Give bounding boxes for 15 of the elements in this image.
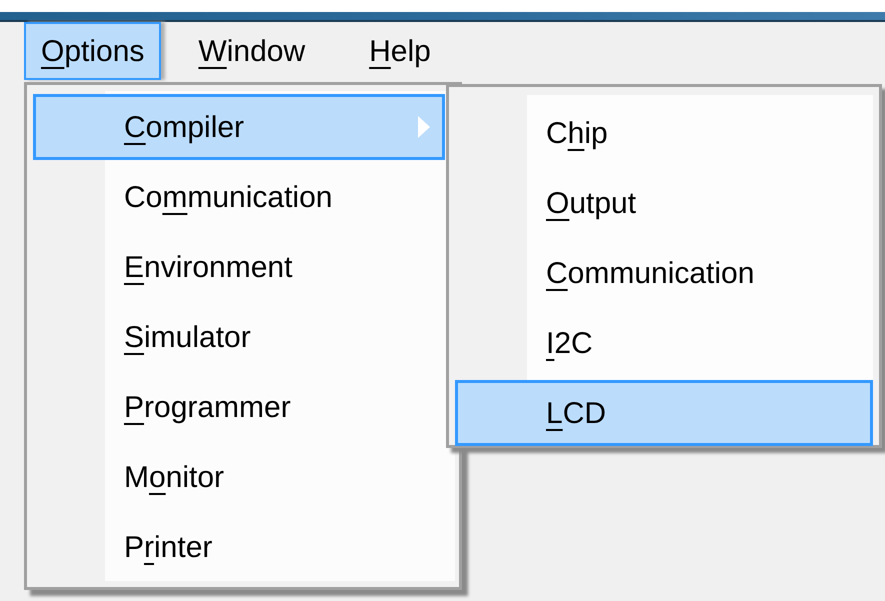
menu-bar-item[interactable]: Window [181,22,322,80]
menu-item[interactable]: Chip [455,100,873,166]
menu-item[interactable]: I2C [455,310,873,376]
menu-item[interactable]: LCD [455,380,873,446]
menu-item[interactable]: Compiler [33,94,445,160]
menu-item[interactable]: Programmer [33,374,445,440]
menu-item[interactable]: Printer [33,514,445,580]
menu-item[interactable]: Output [455,170,873,236]
menu-item[interactable]: Monitor [33,444,445,510]
menu-item[interactable]: Simulator [33,304,445,370]
menu-item[interactable]: Communication [33,164,445,230]
menu-bar-item[interactable]: Options [24,22,162,80]
menu-item[interactable]: Communication [455,240,873,306]
menu-bar-item[interactable]: Help [352,22,448,80]
menu-item[interactable]: Environment [33,234,445,300]
